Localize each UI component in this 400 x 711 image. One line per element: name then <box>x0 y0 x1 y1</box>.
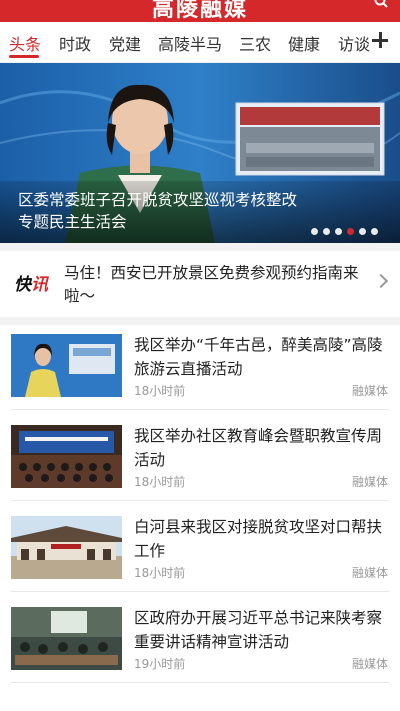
carousel-dot[interactable] <box>359 228 366 235</box>
search-icon[interactable] <box>374 0 388 8</box>
carousel-indicators <box>306 220 378 235</box>
news-title: 白河县来我区对接脱贫攻坚对口帮扶工作 <box>134 518 383 560</box>
tab-agriculture[interactable]: 三农 <box>239 31 271 55</box>
section-divider <box>0 243 400 251</box>
tab-headline[interactable]: 头条 <box>9 31 41 55</box>
banner-title[interactable]: 区委常委班子召开脱贫攻坚巡视考核整改专题民主生活会 <box>18 189 308 233</box>
tab-politics[interactable]: 时政 <box>59 31 91 55</box>
divider <box>11 409 389 410</box>
news-title: 我区举办社区教育峰会暨职教宣传周活动 <box>134 427 383 469</box>
tab-health[interactable]: 健康 <box>288 31 320 55</box>
news-item[interactable]: 白河县来我区对接脱贫攻坚对口帮扶工作 18小时前 融媒体 <box>0 509 400 600</box>
carousel-dot[interactable] <box>311 228 318 235</box>
news-time: 18小时前 <box>134 566 186 580</box>
add-channel-icon[interactable] <box>372 32 388 48</box>
flash-news-text[interactable]: 马住！西安已开放景区免费参观预约指南来啦～ <box>64 262 364 308</box>
carousel-dot[interactable] <box>335 228 342 235</box>
carousel-dot[interactable] <box>323 228 330 235</box>
tab-interview[interactable]: 访谈 <box>338 31 370 55</box>
news-source: 融媒体 <box>351 384 388 398</box>
news-time: 18小时前 <box>134 475 186 489</box>
carousel-dot[interactable] <box>347 228 354 235</box>
news-time: 18小时前 <box>134 384 186 398</box>
divider <box>11 500 389 501</box>
flash-news-logo: 快讯 <box>14 275 48 295</box>
news-time: 19小时前 <box>134 657 186 671</box>
news-thumbnail <box>11 516 122 579</box>
carousel-dot[interactable] <box>371 228 378 235</box>
divider <box>11 682 389 683</box>
tab-marathon[interactable]: 高陵半马 <box>158 31 222 55</box>
news-source: 融媒体 <box>351 566 388 580</box>
app-header: 高陵融媒 <box>0 0 400 22</box>
news-item[interactable]: 区政府办开展习近平总书记来陕考察重要讲话精神宣讲活动 19小时前 融媒体 <box>0 600 400 691</box>
news-source: 融媒体 <box>351 657 388 671</box>
news-item[interactable]: 我区举办“千年古邑，醉美高陵”高陵旅游云直播活动 18小时前 融媒体 <box>0 327 400 418</box>
channel-tabs: 头条 时政 党建 高陵半马 三农 健康 访谈 <box>0 22 400 62</box>
app-title: 高陵融媒 <box>151 0 248 22</box>
news-thumbnail <box>11 425 122 488</box>
news-thumbnail <box>11 607 122 670</box>
section-divider <box>0 317 400 325</box>
headline-carousel[interactable]: 区委常委班子召开脱贫攻坚巡视考核整改专题民主生活会 <box>0 63 400 243</box>
divider <box>11 591 389 592</box>
tab-party[interactable]: 党建 <box>109 31 141 55</box>
active-tab-indicator <box>9 55 39 58</box>
news-thumbnail <box>11 334 122 397</box>
news-title: 区政府办开展习近平总书记来陕考察重要讲话精神宣讲活动 <box>134 609 383 651</box>
news-item[interactable]: 我区举办社区教育峰会暨职教宣传周活动 18小时前 融媒体 <box>0 418 400 509</box>
news-title: 我区举办“千年古邑，醉美高陵”高陵旅游云直播活动 <box>134 336 383 378</box>
news-source: 融媒体 <box>351 475 388 489</box>
